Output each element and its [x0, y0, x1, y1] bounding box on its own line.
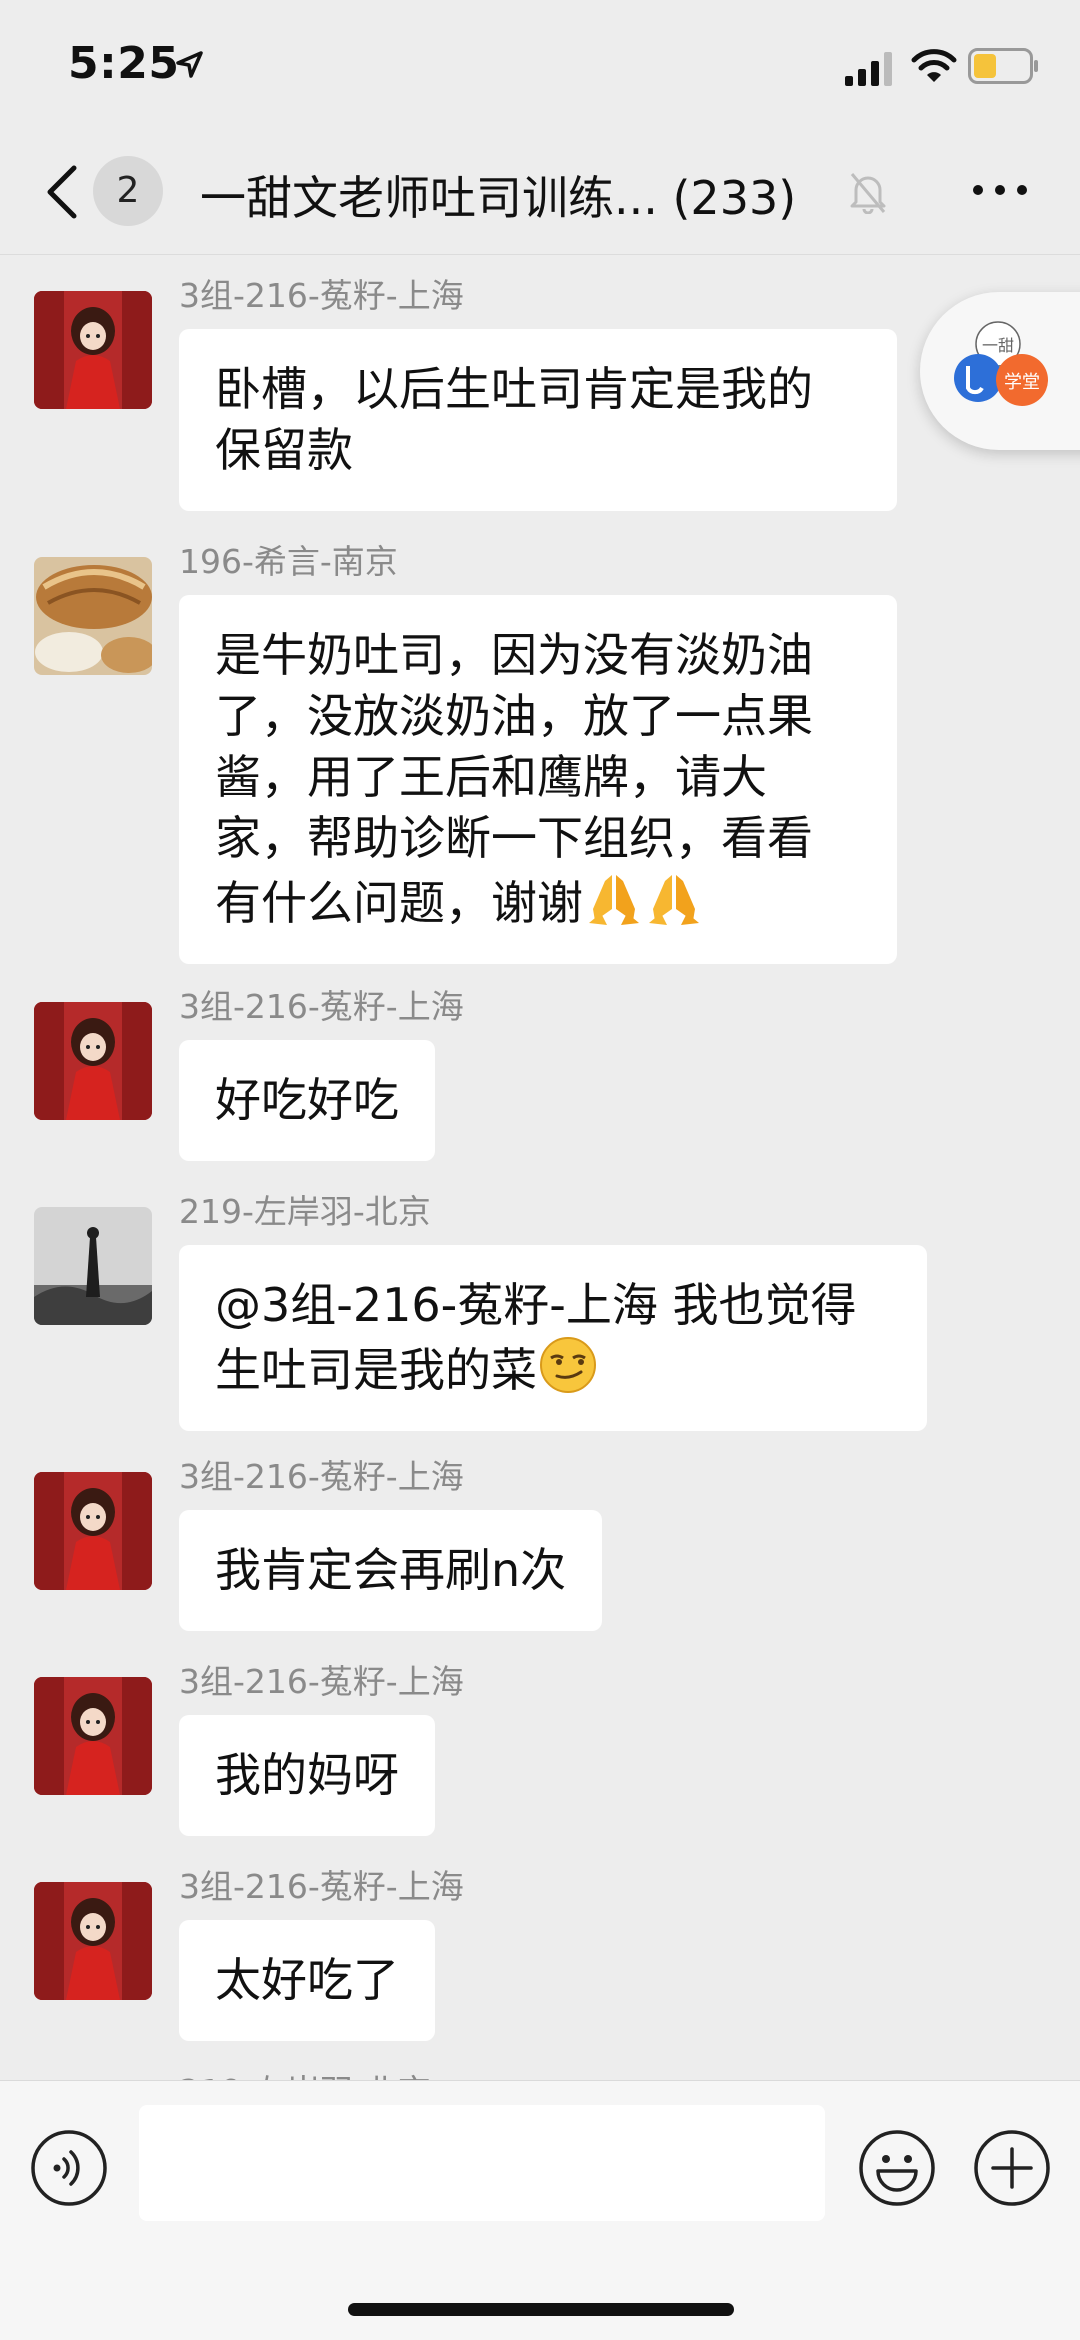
girl-in-red-avatar[interactable]	[34, 1002, 152, 1120]
message-bubble[interactable]: 太好吃了	[179, 1920, 435, 2041]
status-time: 5:25	[68, 38, 180, 89]
sender-name: 3组-216-菟籽-上海	[179, 1867, 464, 1906]
floating-mini-program-button[interactable]: 一甜 学堂	[920, 292, 1080, 450]
message-text: 太好吃了	[215, 1953, 399, 2007]
chat-message-list[interactable]: 3组-216-菟籽-上海 卧槽，以后生吐司肯定是我的 保留款 196-希言-南京…	[0, 255, 1080, 2080]
chat-title: 一甜文老师吐司训练... (233)	[200, 171, 797, 225]
sender-name: 219-左岸羽-北京	[179, 2065, 431, 2080]
sender-name: 196-希言-南京	[179, 542, 398, 581]
message-text: 是牛奶吐司，因为没有淡奶油 了，没放淡奶油，放了一点果 酱，用了王后和鹰牌，请大…	[215, 628, 813, 930]
back-chevron-icon[interactable]	[42, 162, 82, 222]
message-bubble[interactable]: 我肯定会再刷n次	[179, 1510, 603, 1631]
chat-input-bar	[0, 2080, 1080, 2340]
sender-name: 3组-216-菟籽-上海	[179, 987, 464, 1026]
unread-count-badge[interactable]: 2	[93, 156, 163, 226]
muted-bell-icon	[850, 173, 886, 214]
message-text: 好吃好吃	[215, 1073, 399, 1127]
message-bubble[interactable]: 好吃好吃	[179, 1040, 435, 1161]
cellular-signal-icon	[845, 52, 892, 86]
battery-icon	[968, 48, 1038, 84]
message-bubble[interactable]: @3组-216-菟籽-上海 我也觉得 生吐司是我的菜	[179, 1245, 927, 1431]
nav-bar: 2 一甜文老师吐司训练... (233)	[0, 130, 1080, 255]
more-options-icon[interactable]	[970, 180, 1030, 200]
smirk-face-emoji-icon	[540, 1337, 596, 1393]
logo-text-bottom: 学堂	[1004, 372, 1040, 393]
message-bubble[interactable]: 我的妈呀	[179, 1715, 435, 1836]
status-bar: 5:25	[0, 0, 1080, 130]
yitian-school-logo-icon: 一甜 学堂	[954, 321, 1048, 406]
voice-input-icon[interactable]	[30, 2129, 108, 2207]
message-text: @3组-216-菟籽-上海 我也觉得 生吐司是我的菜	[215, 1278, 857, 1397]
logo-text-top: 一甜	[982, 336, 1014, 355]
bread-photo-avatar[interactable]	[34, 557, 152, 675]
girl-in-red-avatar[interactable]	[34, 1677, 152, 1795]
folded-hands-emoji-icon	[589, 875, 639, 925]
sender-name: 3组-216-菟籽-上海	[179, 276, 464, 315]
girl-in-red-avatar[interactable]	[34, 1472, 152, 1590]
location-arrow-icon	[176, 51, 203, 78]
emoji-icon[interactable]	[858, 2129, 936, 2207]
folded-hands-emoji-icon	[649, 875, 699, 925]
message-input[interactable]	[139, 2105, 825, 2221]
message-text: 卧槽，以后生吐司肯定是我的 保留款	[215, 362, 813, 477]
home-indicator[interactable]	[348, 2303, 734, 2316]
sender-name: 219-左岸羽-北京	[179, 1192, 431, 1231]
bw-photo-avatar[interactable]	[34, 1207, 152, 1325]
message-text: 我肯定会再刷n次	[215, 1543, 567, 1597]
sender-name: 3组-216-菟籽-上海	[179, 1457, 464, 1496]
girl-in-red-avatar[interactable]	[34, 291, 152, 409]
message-bubble[interactable]: 是牛奶吐司，因为没有淡奶油 了，没放淡奶油，放了一点果 酱，用了王后和鹰牌，请大…	[179, 595, 897, 964]
wifi-icon	[911, 49, 957, 82]
girl-in-red-avatar[interactable]	[34, 1882, 152, 2000]
sender-name: 3组-216-菟籽-上海	[179, 1662, 464, 1701]
message-bubble[interactable]: 卧槽，以后生吐司肯定是我的 保留款	[179, 329, 897, 511]
plus-icon[interactable]	[973, 2129, 1051, 2207]
message-text: 我的妈呀	[215, 1748, 399, 1802]
